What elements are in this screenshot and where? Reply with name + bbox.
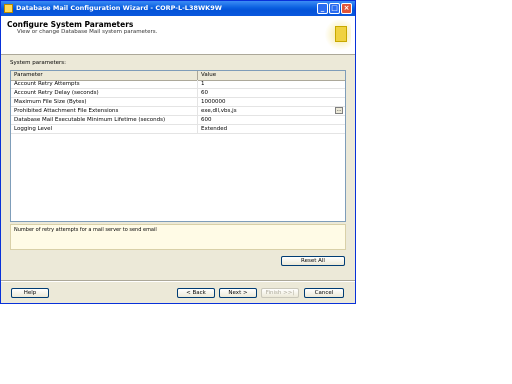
- parameter-cell: Database Mail Executable Minimum Lifetim…: [14, 117, 166, 123]
- help-button[interactable]: Help: [11, 288, 49, 298]
- page-subtitle: View or change Database Mail system para…: [17, 29, 158, 35]
- next-button[interactable]: Next >: [219, 288, 257, 298]
- finish-button[interactable]: Finish >>|: [261, 288, 299, 298]
- parameter-cell: Logging Level: [14, 126, 53, 132]
- minimize-button[interactable]: _: [317, 3, 328, 14]
- table-row[interactable]: Logging Level Extended: [11, 125, 345, 134]
- value-cell[interactable]: 1: [197, 80, 341, 88]
- maximize-button[interactable]: □: [329, 3, 340, 14]
- table-row[interactable]: Maximum File Size (Bytes) 1000000: [11, 98, 345, 107]
- value-cell[interactable]: 60: [197, 89, 341, 97]
- close-button[interactable]: ×: [341, 3, 352, 14]
- reset-all-button[interactable]: Reset All: [281, 256, 345, 266]
- section-label: System parameters:: [10, 60, 67, 66]
- parameter-cell: Account Retry Delay (seconds): [14, 90, 99, 96]
- value-cell[interactable]: exe,dll,vbs,js: [197, 107, 341, 115]
- document-icon: [335, 26, 347, 42]
- table-row[interactable]: Account Retry Attempts 1: [11, 80, 345, 89]
- wizard-graphic-icon: [325, 18, 351, 51]
- parameter-cell: Prohibited Attachment File Extensions: [14, 108, 119, 114]
- title-bar[interactable]: Database Mail Configuration Wizard - COR…: [1, 1, 355, 16]
- page-title: Configure System Parameters: [7, 20, 134, 29]
- window-title: Database Mail Configuration Wizard - COR…: [16, 4, 222, 12]
- table-row[interactable]: Prohibited Attachment File Extensions ex…: [11, 107, 345, 116]
- description-panel: Number of retry attempts for a mail serv…: [10, 224, 346, 250]
- parameter-cell: Account Retry Attempts: [14, 81, 80, 87]
- parameters-grid[interactable]: Parameter Value Account Retry Attempts 1…: [10, 70, 346, 222]
- value-cell[interactable]: 1000000: [197, 98, 341, 106]
- parameter-cell: Maximum File Size (Bytes): [14, 99, 87, 105]
- footer-divider: [1, 280, 355, 282]
- value-cell[interactable]: Extended: [197, 125, 341, 133]
- back-button[interactable]: < Back: [177, 288, 215, 298]
- cancel-button[interactable]: Cancel: [304, 288, 344, 298]
- ellipsis-button[interactable]: ...: [335, 107, 343, 114]
- column-header-parameter[interactable]: Parameter: [11, 71, 200, 80]
- app-icon: [4, 4, 13, 13]
- column-header-value[interactable]: Value: [197, 71, 349, 80]
- value-cell[interactable]: 600: [197, 116, 341, 124]
- wizard-header: Configure System Parameters View or chan…: [1, 16, 355, 55]
- table-row[interactable]: Database Mail Executable Minimum Lifetim…: [11, 116, 345, 125]
- wizard-window: Database Mail Configuration Wizard - COR…: [0, 0, 356, 304]
- table-row[interactable]: Account Retry Delay (seconds) 60: [11, 89, 345, 98]
